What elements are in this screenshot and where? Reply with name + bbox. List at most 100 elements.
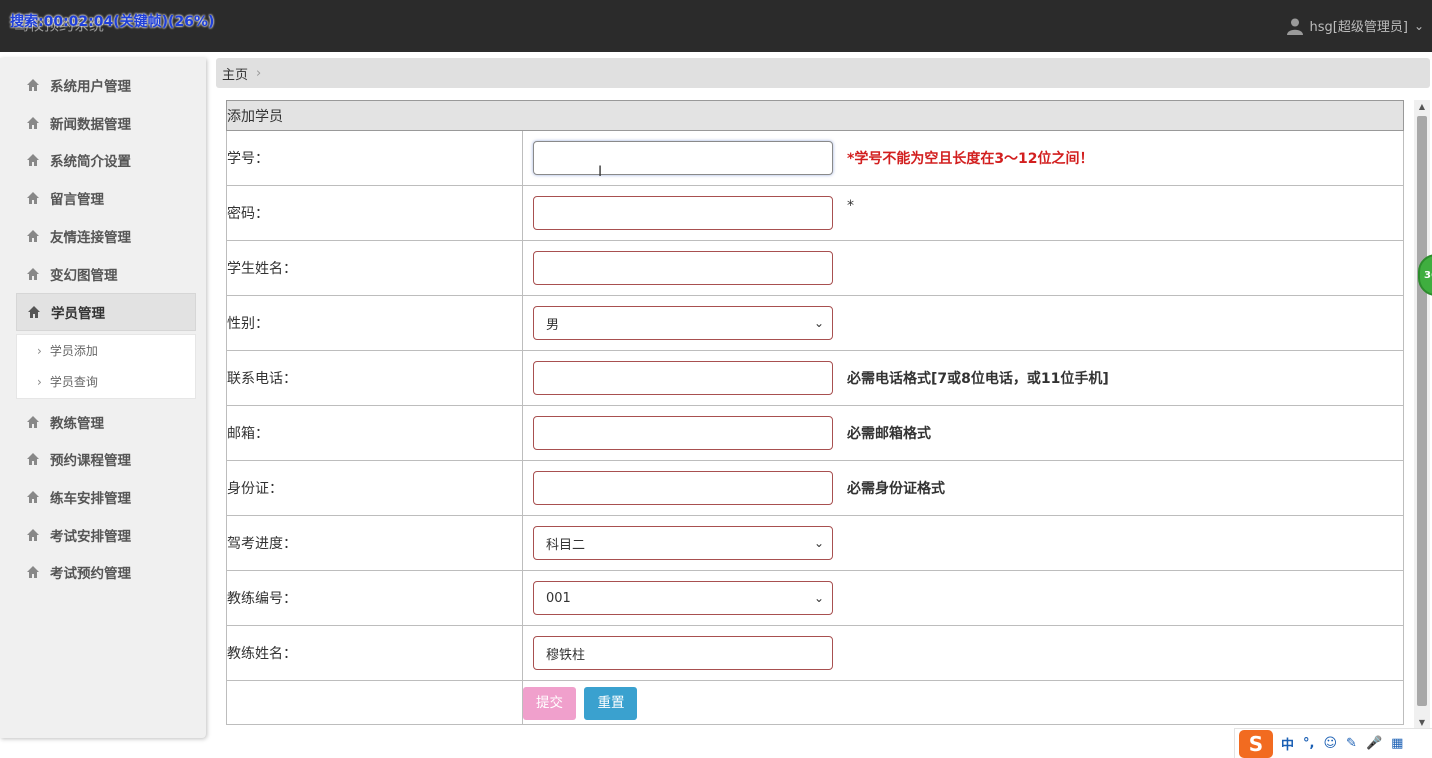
student-id-input[interactable] <box>533 141 833 175</box>
submenu-item-query-student[interactable]: › 学员查询 <box>17 366 195 397</box>
coach-id-select[interactable]: 001 ⌄ <box>533 581 833 615</box>
email-hint: 必需邮箱格式 <box>847 426 931 442</box>
email-label: 邮箱： <box>226 405 523 461</box>
submenu-item-add-student[interactable]: › 学员添加 <box>17 335 195 366</box>
coach-name-input[interactable] <box>533 636 833 670</box>
add-student-form: 添加学员 学号： *学号不能为空且长度在3～12位之间！ 密码： * 学生姓名： <box>226 100 1404 727</box>
ime-pen-icon[interactable]: ✎ <box>1346 736 1357 751</box>
id-card-label: 身份证： <box>226 460 523 516</box>
user-menu[interactable]: hsg[超级管理员] ⌄ <box>1286 16 1424 35</box>
coach-id-selected: 001 <box>546 590 571 606</box>
sidebar-item-system-users[interactable]: 系统用户管理 <box>16 66 196 104</box>
chevron-right-icon: › <box>37 374 42 389</box>
home-icon <box>27 491 39 503</box>
submenu-item-label: 学员添加 <box>49 344 98 358</box>
sidebar-item-label: 学员管理 <box>51 306 105 322</box>
password-input[interactable] <box>533 196 833 230</box>
password-label: 密码： <box>226 185 523 241</box>
phone-input[interactable] <box>533 361 833 395</box>
submenu-item-label: 学员查询 <box>49 375 98 389</box>
scroll-thumb[interactable] <box>1417 116 1427 706</box>
home-icon <box>27 268 39 280</box>
sidebar-item-exam-booking[interactable]: 考试预约管理 <box>16 553 196 591</box>
students-submenu: › 学员添加 › 学员查询 <box>16 334 196 399</box>
gender-selected: 男 <box>546 317 560 333</box>
reset-button[interactable]: 重置 <box>584 687 638 720</box>
home-icon <box>27 79 39 91</box>
ime-emoji-icon[interactable]: ☺ <box>1323 736 1337 751</box>
sidebar-item-links[interactable]: 友情连接管理 <box>16 217 196 255</box>
sidebar-item-messages[interactable]: 留言管理 <box>16 179 196 217</box>
chevron-down-icon: ⌄ <box>813 591 824 605</box>
gender-label: 性别： <box>226 295 523 351</box>
home-icon <box>28 306 40 318</box>
coach-name-label: 教练姓名： <box>226 625 523 681</box>
home-icon <box>27 453 39 465</box>
sidebar-item-label: 变幻图管理 <box>50 268 118 284</box>
breadcrumb: 主页 › <box>216 58 1430 88</box>
button-row-spacer <box>226 680 523 725</box>
chevron-down-icon: ⌄ <box>1413 18 1424 33</box>
sidebar-item-label: 系统用户管理 <box>50 79 131 95</box>
student-id-label: 学号： <box>226 130 523 186</box>
phone-hint: 必需电话格式[7或8位电话，或11位手机] <box>847 371 1109 387</box>
chevron-down-icon: ⌄ <box>813 536 824 550</box>
user-icon <box>1286 18 1303 35</box>
home-icon <box>27 230 39 242</box>
phone-label: 联系电话： <box>226 350 523 406</box>
home-icon <box>27 192 39 204</box>
form-title: 添加学员 <box>226 100 1404 131</box>
progress-label: 驾考进度： <box>226 515 523 571</box>
home-icon <box>27 154 39 166</box>
chevron-right-icon: › <box>37 343 42 358</box>
password-required-mark: * <box>847 198 854 214</box>
chevron-down-icon: ⌄ <box>813 316 824 330</box>
progress-select[interactable]: 科目二 ⌄ <box>533 526 833 560</box>
home-icon <box>27 529 39 541</box>
breadcrumb-home[interactable]: 主页 <box>222 64 248 83</box>
sidebar-item-carousel[interactable]: 变幻图管理 <box>16 255 196 293</box>
student-name-input[interactable] <box>533 251 833 285</box>
sidebar-item-coaches[interactable]: 教练管理 <box>16 403 196 441</box>
id-card-input[interactable] <box>533 471 833 505</box>
sidebar-item-course-booking[interactable]: 预约课程管理 <box>16 440 196 478</box>
sidebar-item-label: 考试预约管理 <box>50 566 131 582</box>
ime-microphone-icon[interactable]: 🎤 <box>1366 736 1382 751</box>
home-icon <box>27 566 39 578</box>
ime-language-toggle[interactable]: 中 <box>1281 734 1294 753</box>
top-bar: 驾校预约系统 搜索:00:02:04(关键帧)(26%) hsg[超级管理员] … <box>0 0 1432 52</box>
text-cursor-icon: I <box>598 164 603 180</box>
home-icon <box>27 416 39 428</box>
submit-button[interactable]: 提交 <box>523 687 576 720</box>
email-input[interactable] <box>533 416 833 450</box>
sidebar: 系统用户管理 新闻数据管理 系统简介设置 留言管理 友情连接管理 变幻图管理 学… <box>0 58 206 738</box>
sidebar-item-label: 考试安排管理 <box>50 529 131 545</box>
coach-id-label: 教练编号： <box>226 570 523 626</box>
user-name: hsg[超级管理员] <box>1309 20 1408 35</box>
sidebar-item-label: 系统简介设置 <box>50 154 131 170</box>
sidebar-item-label: 预约课程管理 <box>50 453 131 469</box>
sidebar-item-students[interactable]: 学员管理 <box>16 293 196 331</box>
chevron-right-icon: › <box>256 65 262 81</box>
sidebar-item-label: 留言管理 <box>50 192 104 208</box>
sidebar-item-news[interactable]: 新闻数据管理 <box>16 104 196 142</box>
progress-selected: 科目二 <box>546 537 586 553</box>
home-icon <box>27 117 39 129</box>
sidebar-item-label: 练车安排管理 <box>50 491 131 507</box>
page-scrollbar[interactable]: ▲ ▼ <box>1414 100 1430 730</box>
sogou-logo-icon[interactable]: S <box>1239 729 1273 758</box>
sidebar-item-label: 教练管理 <box>50 416 104 432</box>
id-card-hint: 必需身份证格式 <box>847 481 945 497</box>
video-search-overlay: 搜索:00:02:04(关键帧)(26%) <box>10 14 215 30</box>
sidebar-item-label: 友情连接管理 <box>50 230 131 246</box>
student-name-label: 学生姓名： <box>226 240 523 296</box>
sidebar-item-intro[interactable]: 系统简介设置 <box>16 141 196 179</box>
sidebar-item-exam-schedule[interactable]: 考试安排管理 <box>16 516 196 554</box>
student-id-error: *学号不能为空且长度在3～12位之间！ <box>847 151 1094 167</box>
scroll-up-icon[interactable]: ▲ <box>1414 100 1430 114</box>
ime-grid-icon[interactable]: ▦ <box>1391 736 1403 751</box>
ime-toolbar: S 中 °, ☺ ✎ 🎤 ▦ <box>1234 728 1432 758</box>
gender-select[interactable]: 男 ⌄ <box>533 306 833 340</box>
ime-punctuation-icon[interactable]: °, <box>1303 736 1314 751</box>
sidebar-item-practice-schedule[interactable]: 练车安排管理 <box>16 478 196 516</box>
